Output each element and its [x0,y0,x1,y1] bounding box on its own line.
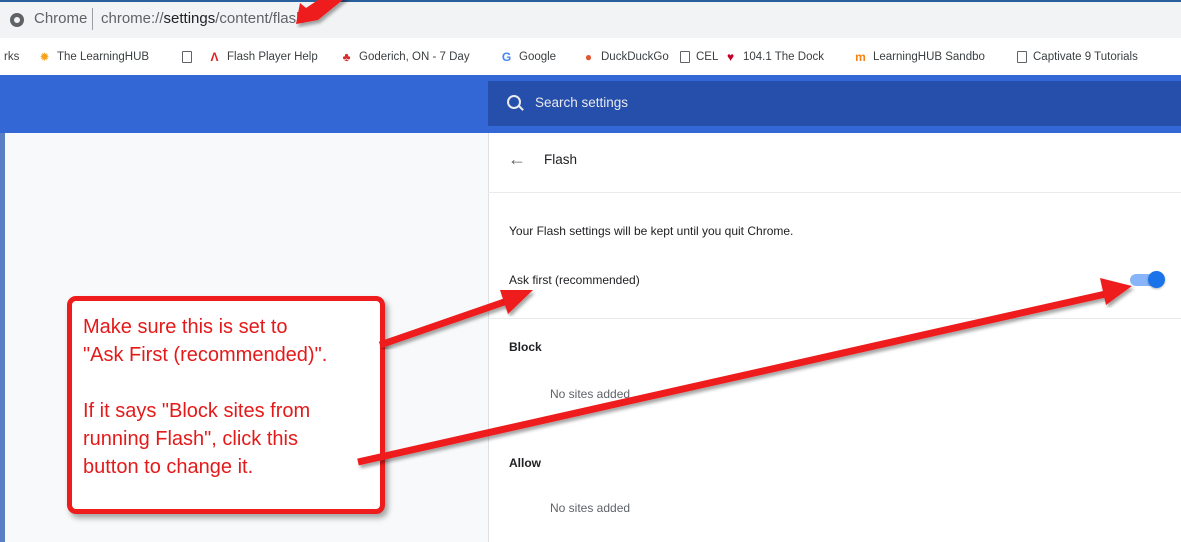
maple-leaf-icon: ♣ [342,49,351,64]
bookmark-item[interactable]: rks [4,48,19,66]
allow-heading: Allow [509,456,541,470]
bookmark-flash-player-help[interactable]: Λ Flash Player Help [208,48,318,66]
address-url[interactable]: chrome://settings/content/flash [101,10,304,27]
ask-first-label: Ask first (recommended) [509,273,640,287]
adobe-icon: Λ [210,49,219,64]
annotation-line: Make sure this is set to [83,316,288,338]
block-empty-text: No sites added [550,387,631,401]
search-placeholder: Search settings [535,95,629,110]
allow-empty-text: No sites added [550,501,631,515]
moodle-icon: m [855,49,866,64]
bookmark-label: Goderich, ON - 7 Day [359,51,470,63]
bookmark-1041-the-dock[interactable]: ♥ 104.1 The Dock [724,48,824,66]
iheart-icon: ♥ [726,49,735,64]
bookmark-cel[interactable]: CEL [680,48,718,66]
address-bar[interactable]: Chrome chrome://settings/content/flash [0,0,1181,38]
bookmark-label: CEL [696,51,719,63]
settings-header: Search settings [0,75,1181,133]
duckduckgo-icon: ● [584,49,593,64]
page-icon [182,51,192,63]
bookmark-label: Captivate 9 Tutorials [1033,51,1138,63]
annotation-line: button to change it. [83,456,254,478]
toggle-knob [1148,271,1165,288]
bookmark-duckduckgo[interactable]: ● DuckDuckGo [582,48,669,66]
bookmark-goderich[interactable]: ♣ Goderich, ON - 7 Day [340,48,470,66]
gear-icon: ✹ [39,49,50,64]
bookmark-label: Google [519,51,557,63]
flash-note: Your Flash settings will be kept until y… [509,224,794,238]
flash-settings-card [488,133,1181,542]
block-heading: Block [509,340,542,354]
bookmark-label: LearningHUB Sandbo [873,51,985,63]
bookmark-learninghub-sandbox[interactable]: m LearningHUB Sandbo [854,48,985,66]
divider [488,318,1181,319]
annotation-line: If it says "Block sites from [83,400,311,422]
chrome-icon [10,13,24,27]
bookmark-google[interactable]: G Google [500,48,556,66]
annotation-line: running Flash", click this [83,428,298,450]
google-icon: G [501,49,512,64]
page-icon [680,51,690,63]
bookmark-captivate[interactable]: Captivate 9 Tutorials [1017,48,1138,66]
annotation-callout: Make sure this is set to "Ask First (rec… [67,296,385,514]
back-arrow-icon[interactable]: ← [508,149,526,170]
page-title: Flash [544,152,578,167]
divider [488,192,1181,193]
url-host: chrome:// [101,10,164,27]
bookmark-label: Flash Player Help [227,51,318,63]
url-bold-segment: settings [163,10,216,27]
address-separator [92,8,93,30]
url-path: /content/flash [215,10,305,27]
ask-first-toggle[interactable] [1130,271,1165,288]
search-icon [507,95,521,109]
page-icon [1017,51,1027,63]
bookmark-label: rks [4,51,20,63]
bookmark-label: 104.1 The Dock [743,51,824,63]
annotation-line: "Ask First (recommended)". [83,344,328,366]
search-input[interactable]: Search settings [488,81,1181,126]
bookmark-learninghub[interactable]: ✹ The LearningHUB [38,48,149,66]
bookmarks-bar: rks ✹ The LearningHUB Λ Flash Player Hel… [0,38,1181,76]
address-origin: Chrome [34,10,88,27]
bookmark-page[interactable] [182,48,192,66]
bookmark-label: The LearningHUB [57,51,150,63]
bookmark-label: DuckDuckGo [601,51,669,63]
